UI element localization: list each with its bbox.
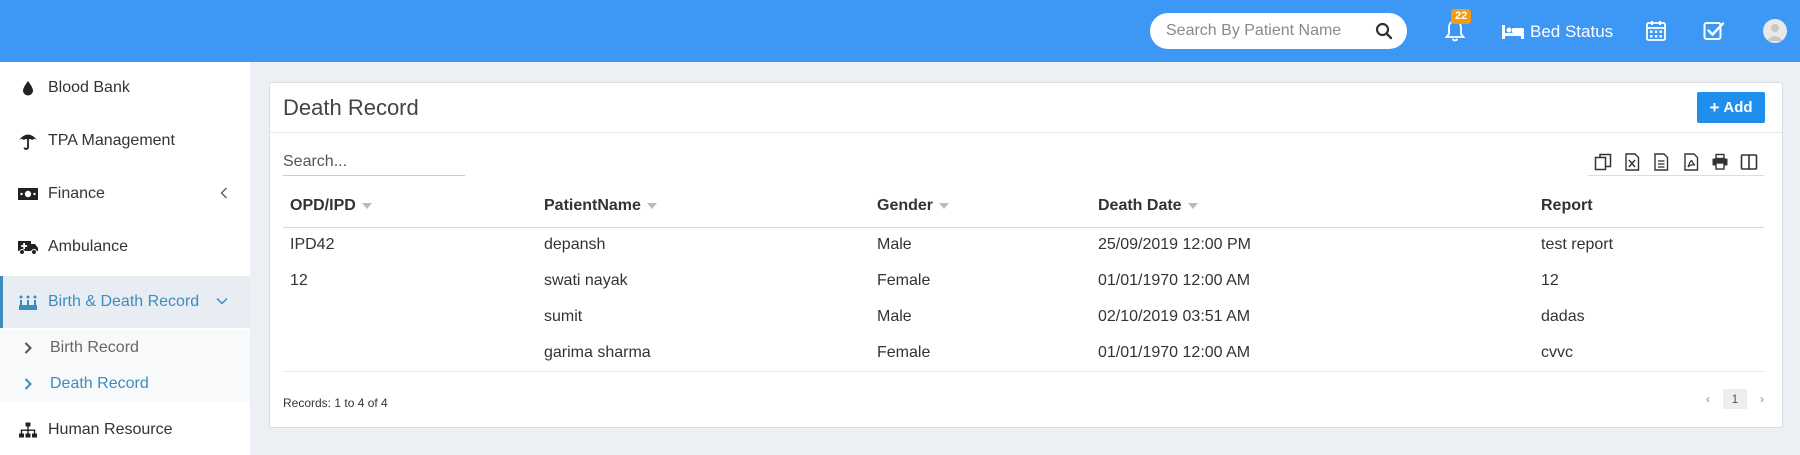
top-navbar: 22 Bed Status	[0, 0, 1800, 62]
copy-icon[interactable]	[1594, 153, 1612, 171]
cell-opd-ipd	[283, 299, 537, 335]
pdf-icon[interactable]	[1682, 152, 1700, 171]
pagination-prev-button[interactable]: ‹	[1698, 392, 1718, 406]
sitemap-icon	[17, 421, 39, 439]
cell-patient-name: garima sharma	[537, 335, 870, 372]
cell-patient-name: sumit	[544, 308, 583, 325]
table-row: garima sharma Female 01/01/1970 12:00 AM…	[283, 335, 1764, 372]
column-header-report: Report	[1534, 185, 1764, 228]
sidebar-item-label: Ambulance	[48, 238, 129, 255]
cell-gender: Male	[877, 236, 912, 254]
ambulance-icon	[17, 238, 39, 256]
patient-search-box[interactable]	[1150, 13, 1407, 49]
sidebar-item-birth-death-record[interactable]: Birth & Death Record	[0, 276, 250, 328]
cell-opd-ipd: IPD42	[290, 236, 335, 254]
sort-icon	[646, 202, 657, 209]
submenu-item-label: Birth Record	[50, 339, 139, 356]
cell-gender: Female	[870, 335, 1091, 372]
cell-opd-ipd	[283, 335, 537, 372]
cell-report: 12	[1541, 272, 1559, 289]
cell-patient-name: depansh	[544, 236, 606, 254]
excel-icon[interactable]	[1623, 152, 1641, 171]
cell-death-date: 25/09/2019 12:00 PM	[1098, 236, 1252, 254]
bed-status-label: Bed Status	[1530, 22, 1614, 41]
death-record-panel: Death Record + Add OPD/IPD PatientName G…	[269, 82, 1783, 428]
cell-death-date: 02/10/2019 03:51 AM	[1098, 308, 1251, 325]
pagination: ‹ 1 ›	[1698, 388, 1772, 410]
cell-death-date: 01/01/1970 12:00 AM	[1098, 272, 1251, 289]
export-toolbar	[1588, 148, 1764, 176]
column-header-opd-ipd[interactable]: OPD/IPD	[283, 185, 537, 228]
patient-search-input[interactable]	[1166, 13, 1366, 49]
cell-death-date: 01/01/1970 12:00 AM	[1091, 335, 1534, 372]
pagination-page-button[interactable]: 1	[1723, 389, 1747, 409]
columns-icon[interactable]	[1740, 153, 1758, 171]
sidebar-item-human-resource[interactable]: Human Resource	[0, 404, 250, 455]
cell-gender: Male	[877, 308, 912, 325]
records-info: Records: 1 to 4 of 4	[283, 396, 388, 410]
cell-opd-ipd: 12	[290, 272, 308, 289]
table-row: 12 swati nayak Female 01/01/1970 12:00 A…	[283, 263, 1764, 299]
birthday-cake-icon	[17, 293, 39, 311]
sort-icon	[361, 202, 372, 209]
submenu-item-label: Death Record	[50, 375, 149, 392]
bed-status-link[interactable]: Bed Status	[1501, 20, 1613, 44]
column-header-gender[interactable]: Gender	[870, 185, 1091, 228]
table-row: IPD42 depansh Male 25/09/2019 12:00 PM t…	[283, 227, 1764, 263]
print-icon[interactable]	[1711, 153, 1729, 171]
sort-icon	[939, 202, 950, 209]
calendar-icon[interactable]	[1646, 20, 1666, 42]
search-icon[interactable]	[1375, 22, 1393, 40]
submenu-item-birth-record[interactable]: Birth Record	[0, 330, 250, 366]
birth-death-submenu: Birth Record Death Record	[0, 330, 250, 402]
cell-gender: Female	[877, 272, 931, 289]
death-record-table: OPD/IPD PatientName Gender Death Date Re…	[283, 185, 1764, 372]
cell-report: test report	[1541, 236, 1614, 254]
money-icon	[17, 185, 39, 203]
sidebar-item-label: TPA Management	[48, 132, 175, 149]
sidebar-item-ambulance[interactable]: Ambulance	[0, 221, 250, 273]
bed-icon	[1502, 25, 1524, 39]
add-button[interactable]: + Add	[1697, 92, 1765, 123]
tasks-checkbox-icon[interactable]	[1703, 20, 1725, 42]
sidebar-item-label: Blood Bank	[48, 79, 130, 96]
table-header-row: OPD/IPD PatientName Gender Death Date Re…	[283, 185, 1764, 228]
table-row: sumit Male 02/10/2019 03:51 AM dadas	[283, 299, 1764, 335]
add-button-label: Add	[1723, 99, 1753, 116]
sidebar-item-label: Birth & Death Record	[48, 293, 200, 310]
page-title: Death Record	[283, 95, 419, 120]
chevron-down-icon	[216, 297, 228, 305]
pagination-next-button[interactable]: ›	[1752, 392, 1772, 406]
sidebar-item-label: Human Resource	[48, 421, 173, 438]
user-icon	[1767, 24, 1783, 41]
umbrella-icon	[17, 132, 39, 150]
cell-patient-name: swati nayak	[544, 272, 628, 289]
cell-report: cvvc	[1534, 335, 1764, 372]
submenu-item-death-record[interactable]: Death Record	[0, 366, 250, 402]
column-header-patient-name[interactable]: PatientName	[537, 185, 870, 228]
column-header-death-date[interactable]: Death Date	[1091, 185, 1534, 228]
sidebar-item-tpa-management[interactable]: TPA Management	[0, 115, 250, 167]
plus-icon: +	[1709, 97, 1720, 117]
sidebar-item-blood-bank[interactable]: Blood Bank	[0, 62, 250, 114]
drop-icon	[17, 79, 39, 97]
chevron-right-icon	[24, 342, 32, 354]
notification-count-badge: 22	[1451, 9, 1472, 24]
sidebar-item-finance[interactable]: Finance	[0, 168, 250, 220]
user-avatar[interactable]	[1763, 19, 1787, 43]
panel-header-divider	[270, 132, 1782, 133]
sidebar-item-label: Finance	[48, 185, 105, 202]
table-search-input[interactable]	[283, 148, 465, 176]
chevron-right-icon	[24, 378, 32, 390]
csv-icon[interactable]	[1652, 152, 1670, 171]
sort-icon	[1187, 202, 1198, 209]
chevron-left-icon	[220, 187, 228, 199]
sidebar: Blood Bank TPA Management Finance Ambula…	[0, 62, 250, 455]
cell-report: dadas	[1541, 308, 1585, 325]
